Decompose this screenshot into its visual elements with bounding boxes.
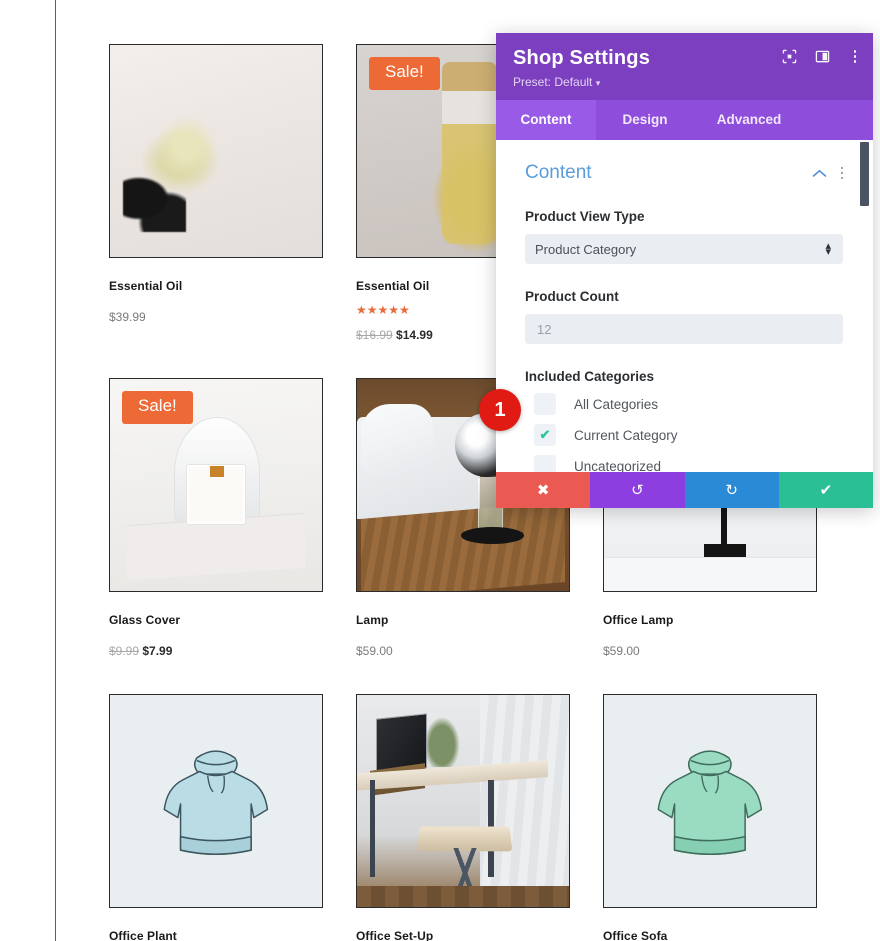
product-row: Office Plant $29.00 Office Set-Up $599 (109, 694, 817, 941)
checkbox-label: Current Category (574, 427, 678, 443)
essential-oil-bottles-image (110, 45, 322, 257)
product-price: $9.99 $7.99 (109, 644, 323, 658)
modal-scrollbar[interactable] (860, 142, 869, 206)
checkbox-box (534, 455, 556, 472)
product-card[interactable]: Sale! Glass Cover $9.99 $7.99 (109, 378, 323, 658)
check-icon: ✔ (539, 427, 551, 442)
modal-header: Shop Settings Preset: Default ▾ (496, 33, 873, 100)
product-image[interactable] (109, 694, 323, 908)
modal-header-actions (782, 48, 863, 65)
product-card[interactable]: Office Sofa $799.00 (603, 694, 817, 941)
product-image[interactable] (603, 694, 817, 908)
product-card[interactable]: Office Set-Up $599.00 (356, 694, 570, 941)
product-view-type-value: Product Category (535, 241, 637, 257)
product-title: Glass Cover (109, 613, 181, 627)
product-price: $59.00 (603, 644, 817, 658)
modal-action-bar: ✖ ↺ ↻ ✔ (496, 472, 873, 508)
tab-advanced[interactable]: Advanced (694, 100, 804, 140)
product-title: Office Sofa (603, 929, 668, 941)
shop-settings-modal: Shop Settings Preset: Default ▾ Content … (496, 33, 873, 508)
checkbox-box: ✔ (534, 424, 556, 446)
checkbox-label: All Categories (574, 396, 659, 412)
modal-body: Content Product View Type Product Catego… (496, 140, 873, 472)
product-count-input[interactable]: 12 (525, 314, 843, 344)
desk-setup-image (357, 695, 569, 907)
product-count-label: Product Count (525, 289, 619, 304)
price-old: $9.99 (109, 644, 140, 658)
chevron-up-icon[interactable] (812, 165, 827, 182)
sale-badge: Sale! (369, 57, 440, 90)
more-options-icon[interactable] (848, 48, 863, 65)
product-view-type-select[interactable]: Product Category ▴ ▾ (525, 234, 843, 264)
modal-tabs: Content Design Advanced (496, 100, 873, 140)
stepper-arrows-icon: ▴ ▾ (825, 239, 831, 258)
section-more-options-icon[interactable] (840, 166, 843, 180)
chevron-down-icon: ▾ (595, 78, 601, 88)
price-current: $59.00 (356, 644, 393, 658)
focus-icon[interactable] (782, 49, 797, 64)
product-title: Office Plant (109, 929, 177, 941)
checkbox-uncategorized[interactable]: Uncategorized (525, 455, 843, 472)
product-price: $59.00 (356, 644, 570, 658)
redo-button[interactable]: ↻ (684, 472, 779, 508)
tab-content[interactable]: Content (496, 100, 596, 140)
sale-badge: Sale! (122, 391, 193, 424)
product-count-placeholder: 12 (537, 321, 552, 337)
product-image[interactable] (109, 44, 323, 258)
preset-label: Preset: Default (513, 75, 593, 89)
checkbox-label: Uncategorized (574, 458, 662, 473)
preset-selector[interactable]: Preset: Default ▾ (513, 75, 856, 89)
layout-icon[interactable] (815, 49, 830, 64)
price-current: $59.00 (603, 644, 640, 658)
checkbox-box (534, 393, 556, 415)
cancel-button[interactable]: ✖ (496, 472, 591, 508)
product-view-type-label: Product View Type (525, 209, 645, 224)
product-title: Office Set-Up (356, 929, 434, 941)
annotation-badge-1: 1 (479, 389, 521, 431)
product-image[interactable]: Sale! (109, 378, 323, 592)
checkbox-all-categories[interactable]: All Categories (525, 393, 843, 415)
page-left-divider (55, 0, 56, 941)
price-current: $14.99 (396, 328, 433, 342)
product-title: Essential Oil (109, 279, 183, 293)
price-current: $39.99 (109, 310, 146, 324)
product-title: Office Lamp (603, 613, 674, 627)
section-title: Content (525, 162, 592, 183)
save-button[interactable]: ✔ (778, 472, 873, 508)
product-image[interactable] (356, 694, 570, 908)
content-section-header: Content (525, 162, 843, 184)
undo-button[interactable]: ↺ (590, 472, 685, 508)
product-price: $39.99 (109, 310, 323, 324)
tab-design[interactable]: Design (596, 100, 694, 140)
checkbox-current-category[interactable]: ✔ Current Category (525, 424, 843, 446)
product-card[interactable]: Essential Oil $39.99 (109, 44, 323, 342)
green-hoodie-image (604, 695, 816, 907)
price-current: $7.99 (142, 644, 173, 658)
blue-hoodie-image (110, 695, 322, 907)
product-card[interactable]: Office Plant $29.00 (109, 694, 323, 941)
included-categories-label: Included Categories (525, 369, 655, 384)
screen: Essential Oil $39.99 Sale! Essential Oil… (0, 0, 880, 941)
price-old: $16.99 (356, 328, 393, 342)
product-title: Lamp (356, 613, 389, 627)
